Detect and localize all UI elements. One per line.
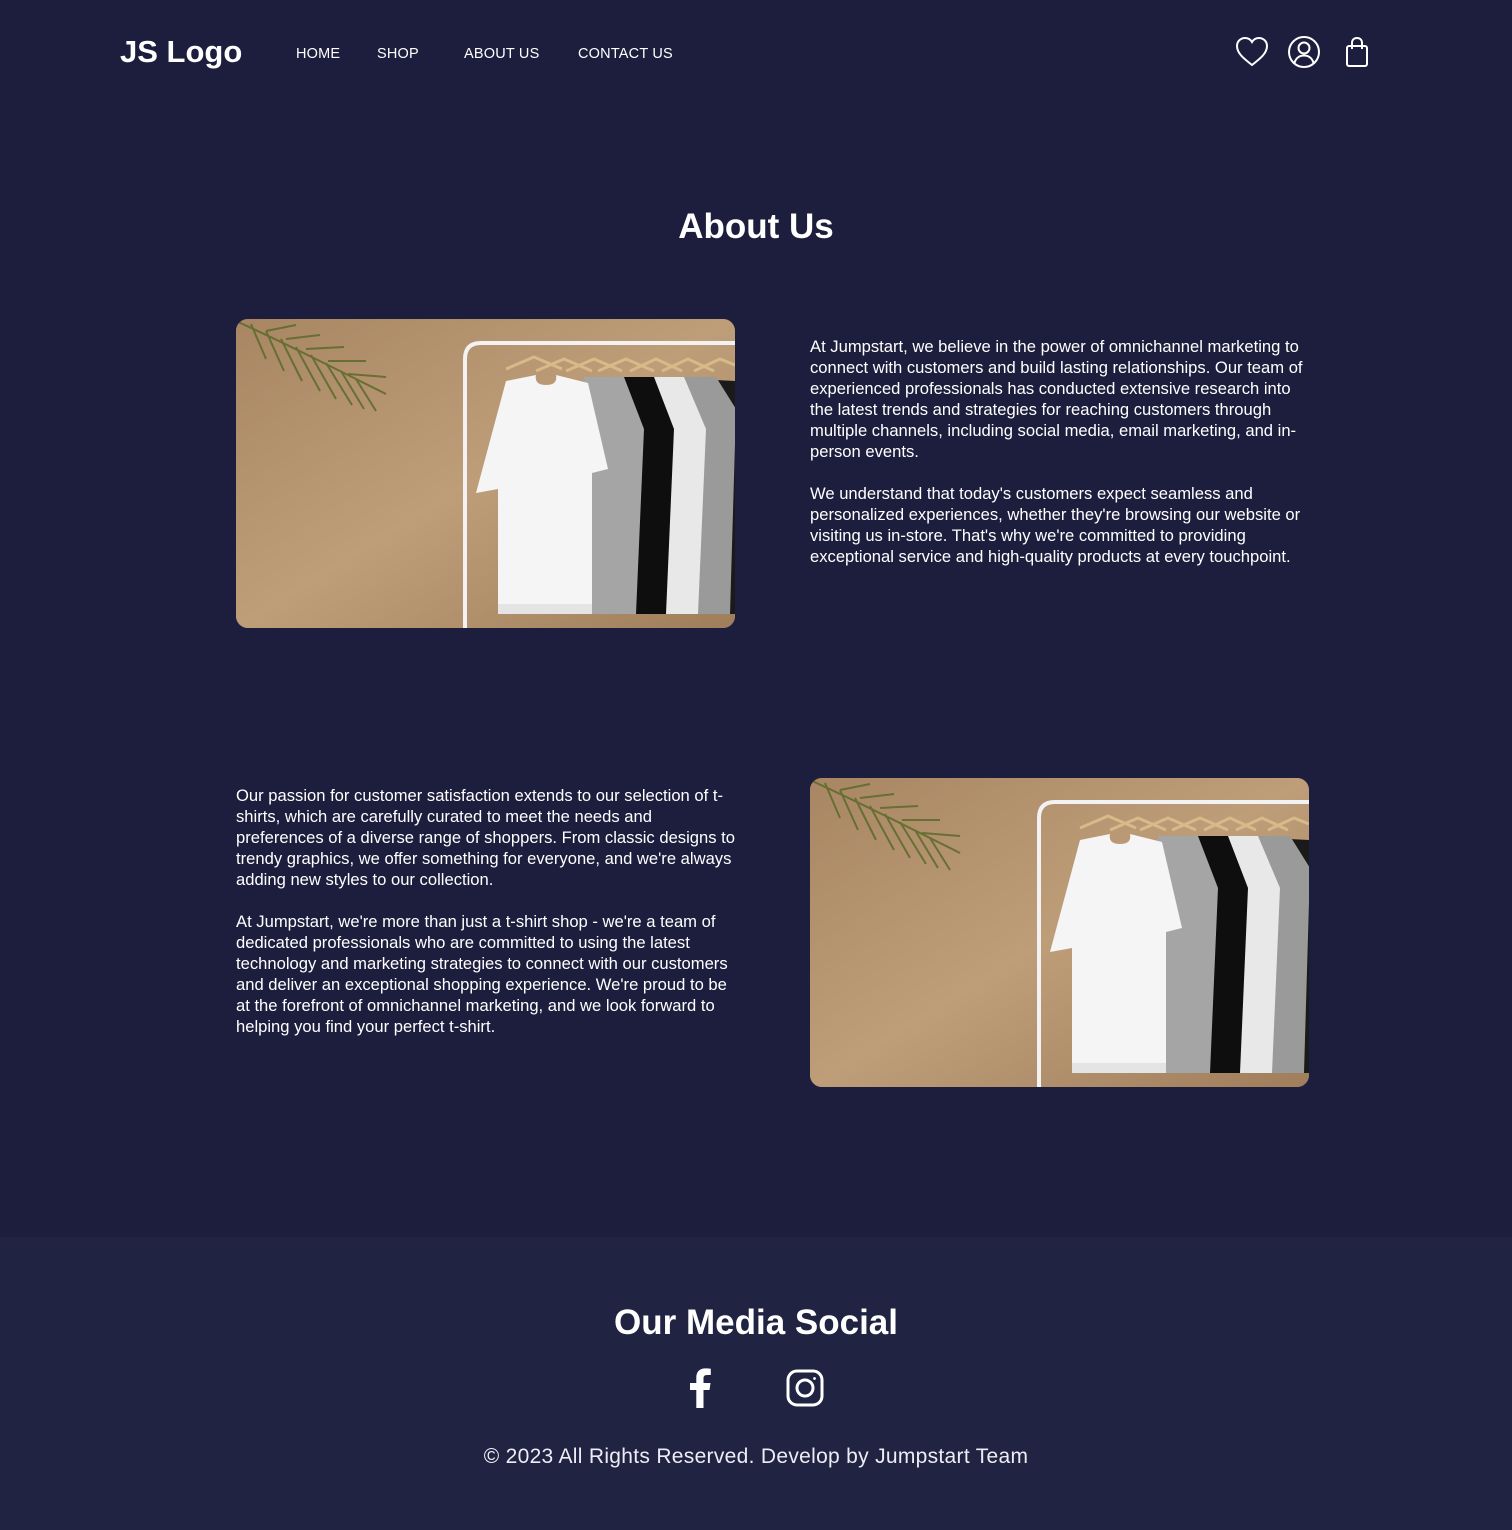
instagram-icon[interactable] bbox=[783, 1366, 827, 1410]
nav-shop[interactable]: SHOP bbox=[377, 46, 419, 62]
shopping-bag-icon[interactable] bbox=[1339, 34, 1375, 70]
logo[interactable]: JS Logo bbox=[120, 34, 242, 70]
nav-contact-us[interactable]: CONTACT US bbox=[578, 46, 673, 62]
about-photo-2 bbox=[810, 778, 1309, 1087]
heart-icon[interactable] bbox=[1234, 34, 1270, 70]
paragraph: We understand that today's customers exp… bbox=[810, 484, 1301, 566]
facebook-icon[interactable] bbox=[678, 1366, 722, 1410]
about-photo-1 bbox=[236, 319, 735, 628]
nav-about-us[interactable]: ABOUT US bbox=[464, 46, 539, 62]
about-text-2: Our passion for customer satisfaction ex… bbox=[236, 785, 736, 1037]
navbar: JS Logo HOME SHOP ABOUT US CONTACT US bbox=[0, 0, 1512, 106]
footer-title: Our Media Social bbox=[614, 1303, 898, 1342]
user-icon[interactable] bbox=[1286, 34, 1322, 70]
nav-home[interactable]: HOME bbox=[296, 46, 340, 62]
paragraph: At Jumpstart, we're more than just a t-s… bbox=[236, 912, 728, 1036]
about-text-1: At Jumpstart, we believe in the power of… bbox=[810, 336, 1310, 567]
paragraph: Our passion for customer satisfaction ex… bbox=[236, 786, 735, 889]
paragraph: At Jumpstart, we believe in the power of… bbox=[810, 337, 1303, 461]
footer: Our Media Social © 2023 All Rights Reser… bbox=[0, 1237, 1512, 1530]
copyright-text: © 2023 All Rights Reserved. Develop by J… bbox=[483, 1445, 1029, 1468]
page-title: About Us bbox=[678, 207, 834, 246]
